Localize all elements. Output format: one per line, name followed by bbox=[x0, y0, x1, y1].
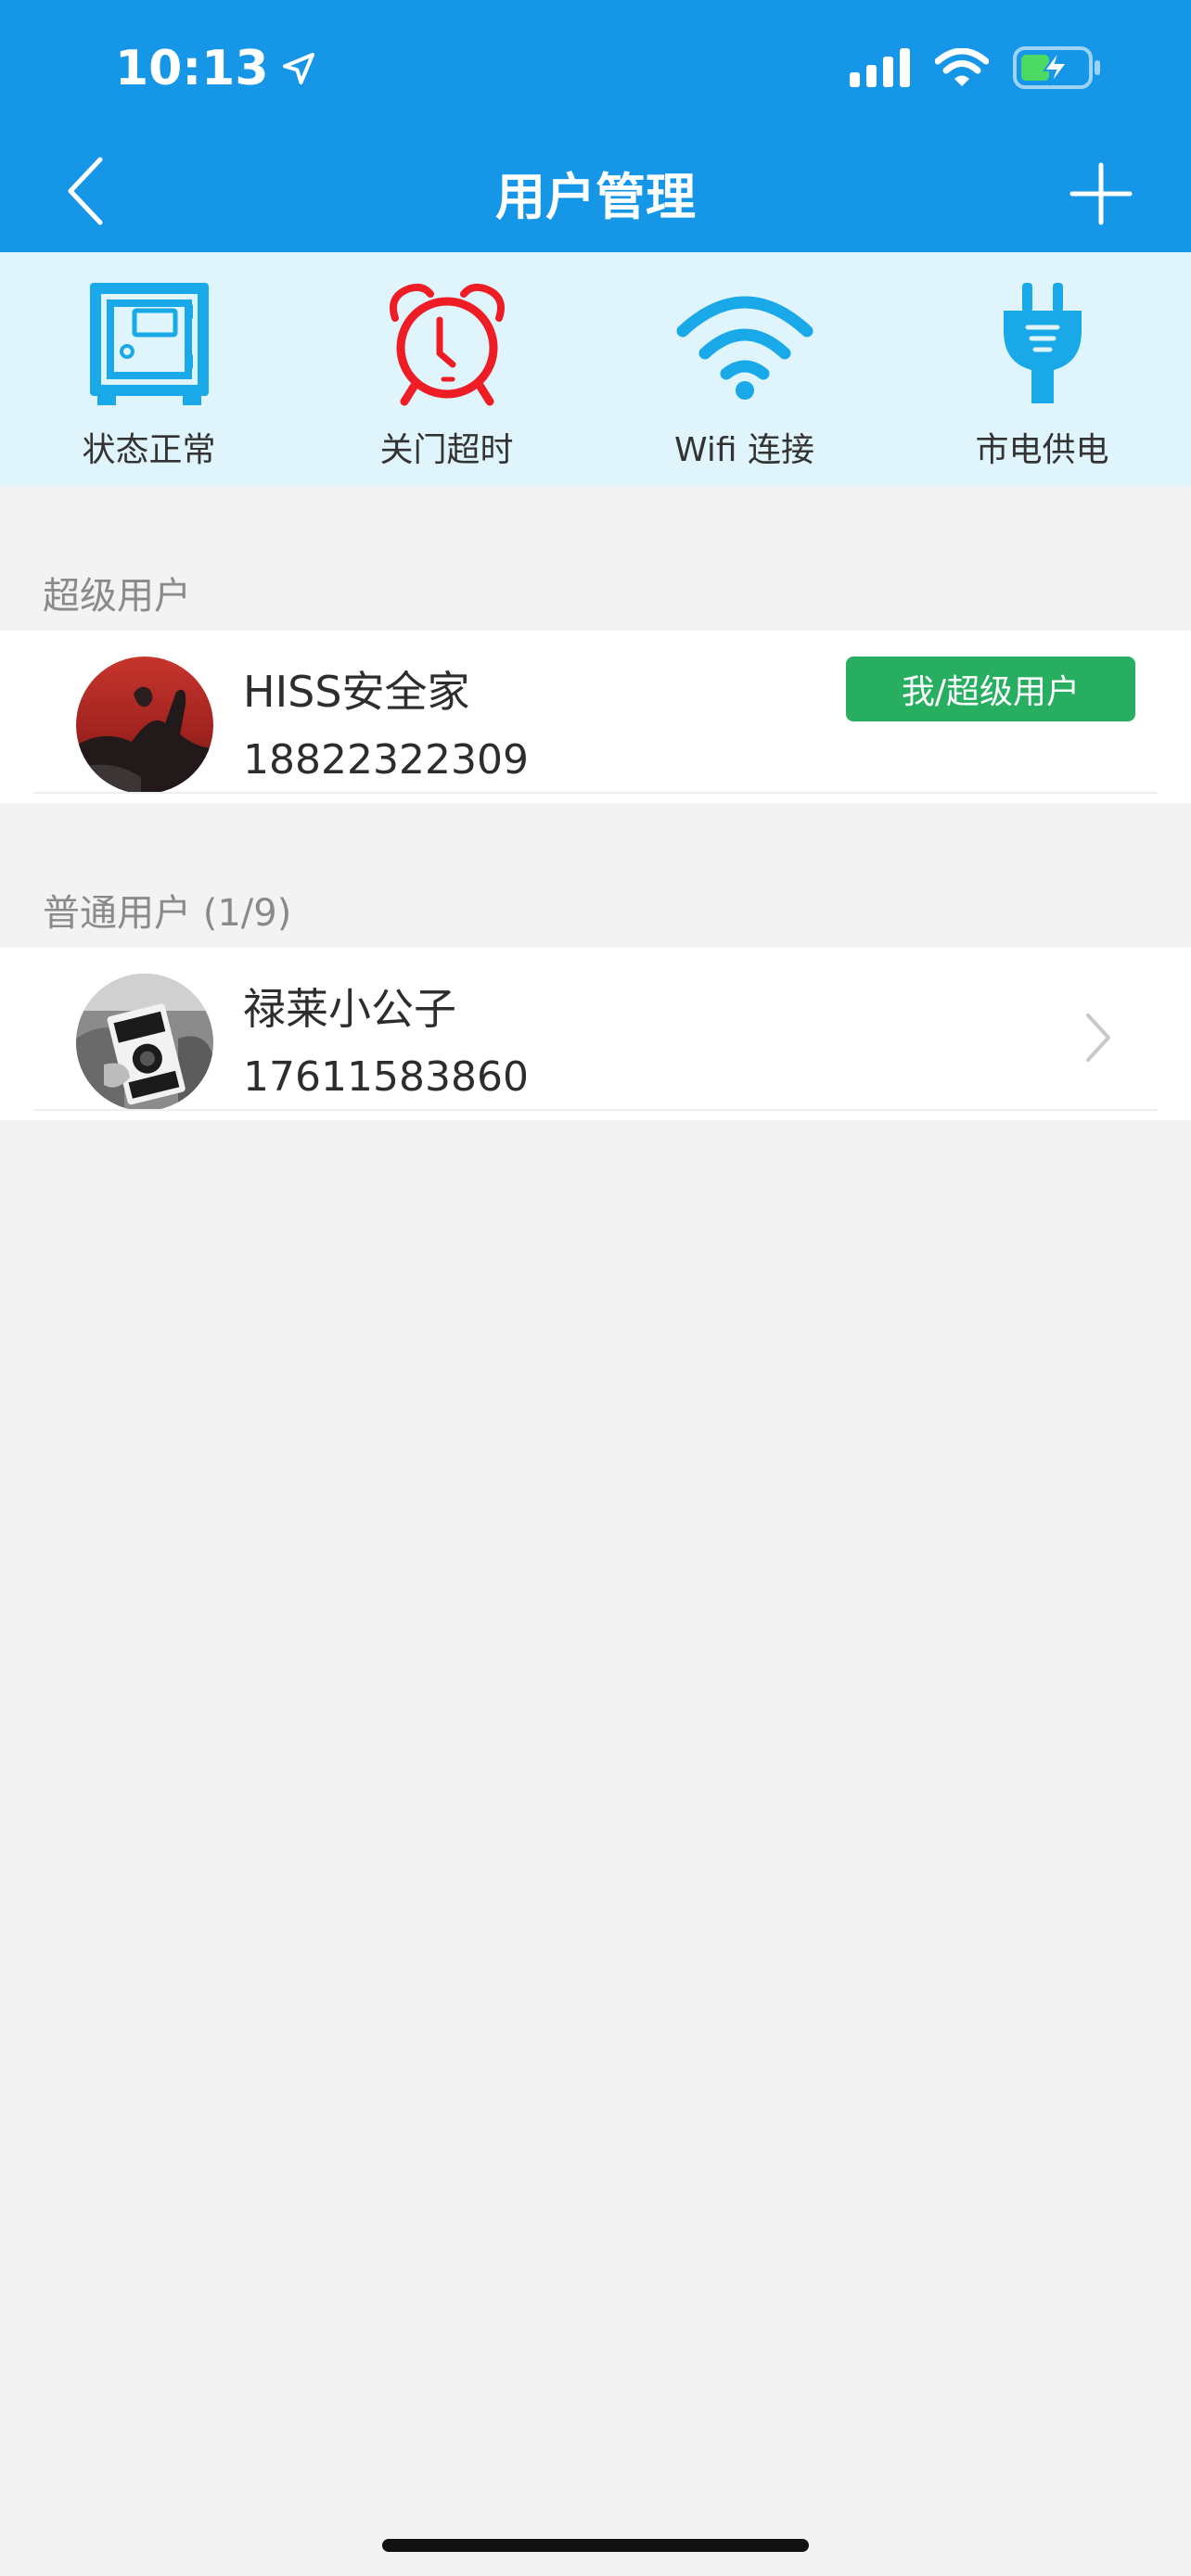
status-normal-label: 状态正常 bbox=[82, 431, 216, 469]
plus-icon bbox=[1069, 162, 1133, 225]
door-timeout-item[interactable]: 关门超时 bbox=[298, 252, 596, 471]
chevron-right-icon bbox=[1083, 1011, 1113, 1065]
avatar bbox=[76, 657, 213, 794]
normal-user-section-title: 普通用户 (1/9) bbox=[43, 892, 292, 935]
wifi-connection-label: Wifi 连接 bbox=[674, 431, 814, 469]
super-user-row[interactable]: HISS安全家 18822322309 我/超级用户 bbox=[0, 631, 1191, 803]
location-arrow-icon bbox=[282, 53, 314, 84]
row-divider bbox=[33, 1109, 1158, 1111]
user-avatar-image bbox=[76, 657, 213, 794]
super-user-badge: 我/超级用户 bbox=[846, 657, 1135, 721]
wifi-status-icon bbox=[935, 48, 989, 86]
alarm-clock-icon bbox=[389, 283, 505, 406]
user-name: HISS安全家 bbox=[243, 667, 470, 717]
device-status-bar: 状态正常 关门超时 Wifi 连接 市电供电 bbox=[0, 252, 1191, 486]
status-indicators bbox=[850, 46, 1102, 89]
add-user-button[interactable] bbox=[1069, 161, 1133, 226]
status-normal-item[interactable]: 状态正常 bbox=[0, 252, 298, 471]
wifi-icon bbox=[676, 296, 813, 400]
user-phone: 17611583860 bbox=[243, 1053, 529, 1101]
cellular-signal-icon bbox=[850, 48, 910, 87]
list-item[interactable]: 禄莱小公子 17611583860 bbox=[0, 948, 1191, 1120]
power-plug-icon bbox=[1003, 283, 1082, 403]
battery-charging-icon bbox=[1013, 46, 1100, 89]
user-name: 禄莱小公子 bbox=[243, 984, 456, 1034]
status-time-text: 10:13 bbox=[115, 41, 269, 96]
page-title: 用户管理 bbox=[495, 168, 696, 226]
header: 10:13 用户管理 bbox=[0, 0, 1191, 252]
status-time: 10:13 bbox=[115, 41, 317, 96]
home-indicator[interactable] bbox=[382, 2539, 809, 2552]
row-divider bbox=[33, 792, 1158, 794]
door-timeout-label: 关门超时 bbox=[379, 431, 514, 469]
super-user-section-title: 超级用户 bbox=[43, 575, 191, 618]
user-phone: 18822322309 bbox=[243, 736, 529, 784]
user-avatar-image bbox=[76, 974, 213, 1111]
wifi-connection-item[interactable]: Wifi 连接 bbox=[596, 252, 893, 471]
screen: 10:13 用户管理 状态正常 关门超时 Wifi 连接 市电供电 超级用户 H… bbox=[0, 0, 1191, 2576]
mains-power-label: 市电供电 bbox=[975, 431, 1109, 469]
safe-icon bbox=[89, 283, 209, 405]
mains-power-item[interactable]: 市电供电 bbox=[893, 252, 1191, 471]
avatar bbox=[76, 974, 213, 1111]
